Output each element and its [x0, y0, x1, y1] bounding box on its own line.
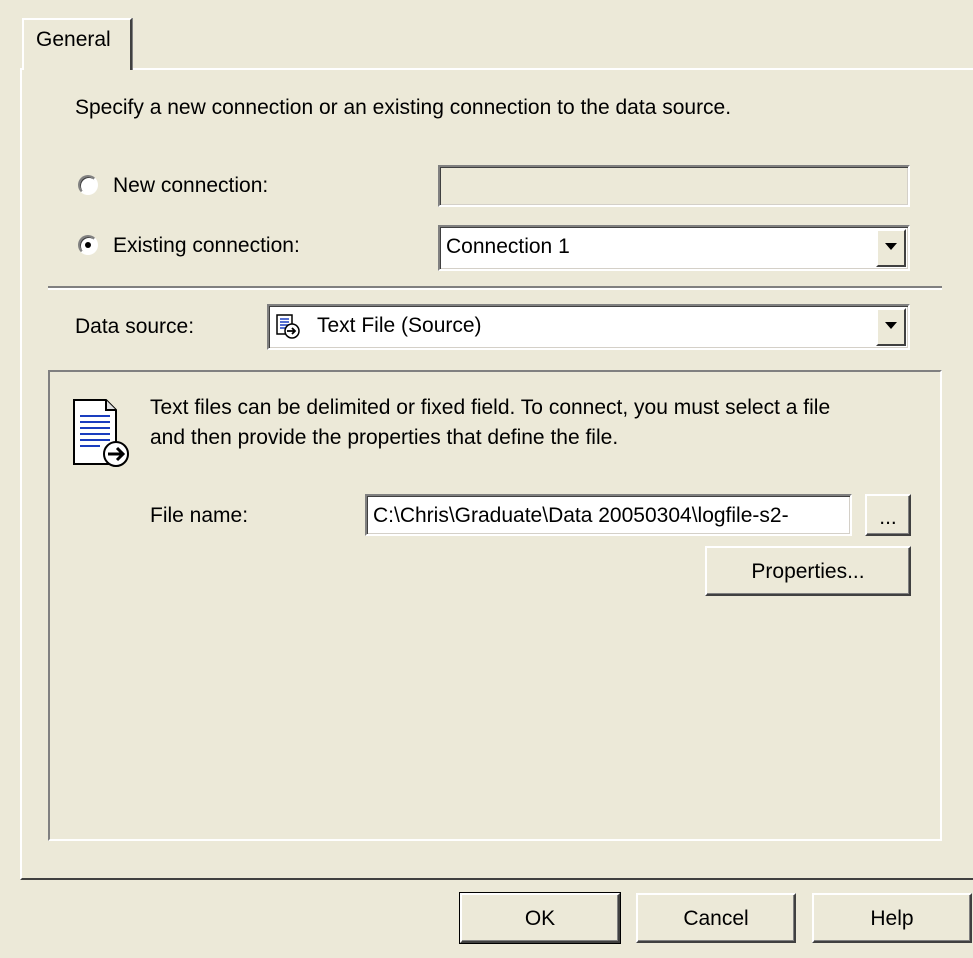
- browse-button[interactable]: ...: [865, 494, 911, 536]
- data-source-label: Data source:: [75, 315, 195, 338]
- data-source-value: Text File (Source): [317, 314, 482, 337]
- tab-general-label: General: [36, 28, 111, 51]
- cancel-button[interactable]: Cancel: [636, 893, 796, 943]
- intro-text: Specify a new connection or an existing …: [75, 96, 732, 119]
- text-file-source-icon: [275, 314, 301, 340]
- chevron-down-icon[interactable]: [876, 308, 906, 346]
- existing-connection-label: Existing connection:: [113, 234, 300, 257]
- separator: [48, 286, 942, 290]
- existing-connection-value: Connection 1: [446, 235, 570, 258]
- file-name-input[interactable]: C:\Chris\Graduate\Data 20050304\logfile-…: [365, 494, 852, 536]
- new-connection-field[interactable]: [438, 165, 910, 207]
- new-connection-radio[interactable]: [78, 175, 98, 195]
- description-line-2: and then provide the properties that def…: [150, 426, 619, 449]
- file-name-value: C:\Chris\Graduate\Data 20050304\logfile-…: [373, 504, 789, 527]
- file-name-label: File name:: [150, 504, 249, 527]
- properties-button[interactable]: Properties...: [705, 546, 911, 596]
- new-connection-label: New connection:: [113, 174, 269, 197]
- chevron-down-icon[interactable]: [876, 229, 906, 267]
- data-source-select[interactable]: Text File (Source): [267, 304, 910, 350]
- ok-button[interactable]: OK: [459, 892, 621, 944]
- existing-connection-radio[interactable]: [78, 235, 98, 255]
- help-button[interactable]: Help: [812, 893, 972, 943]
- radio-selected-dot: [85, 242, 91, 248]
- description-line-1: Text files can be delimited or fixed fie…: [150, 396, 831, 419]
- text-file-icon: [70, 398, 134, 470]
- tab-general[interactable]: General: [22, 18, 132, 70]
- existing-connection-select[interactable]: Connection 1: [438, 225, 910, 271]
